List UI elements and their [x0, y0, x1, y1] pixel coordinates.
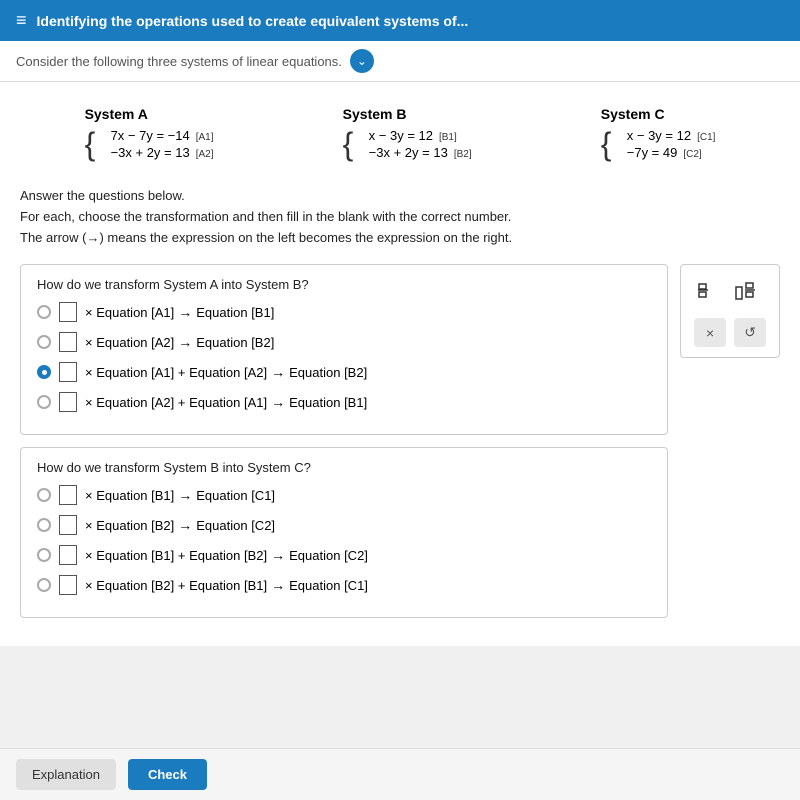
instructions: Answer the questions below. For each, ch…	[20, 186, 780, 248]
system-c-equations: { x − 3y = 12 [C1] −7y = 49 [C2]	[601, 128, 716, 162]
arrow-right-icon4: →	[271, 394, 285, 410]
questions-and-tools: How do we transform System A into System…	[20, 264, 780, 630]
q1-option2-text: × Equation [A2] → Equation [B2]	[85, 334, 274, 350]
instructions-line3: The arrow (→) means the expression on th…	[20, 228, 780, 249]
explanation-button[interactable]: Explanation	[16, 759, 116, 790]
q2-arrow3: →	[271, 547, 285, 563]
arrow-right-icon: →	[178, 304, 192, 320]
header-title: Identifying the operations used to creat…	[37, 13, 469, 29]
systems-container: System A { 7x − 7y = −14 [A1] −3x + 2y =…	[20, 98, 780, 170]
instructions-line1: Answer the questions below.	[20, 186, 780, 207]
q2-arrow2: →	[178, 517, 192, 533]
system-a-equations: { 7x − 7y = −14 [A1] −3x + 2y = 13 [A2]	[85, 128, 214, 162]
question2-card: How do we transform System B into System…	[20, 447, 668, 618]
q2-option3[interactable]: × Equation [B1] + Equation [B2] → Equati…	[37, 545, 651, 565]
q1-radio4[interactable]	[37, 395, 51, 409]
q2-input4[interactable]	[59, 575, 77, 595]
system-a-title: System A	[85, 106, 148, 122]
system-b-equations: { x − 3y = 12 [B1] −3x + 2y = 13 [B2]	[343, 128, 472, 162]
undo-button[interactable]: ↺	[734, 318, 766, 347]
q1-input4[interactable]	[59, 392, 77, 412]
q2-option1[interactable]: × Equation [B1] → Equation [C1]	[37, 485, 651, 505]
q1-input2[interactable]	[59, 332, 77, 352]
q2-input3[interactable]	[59, 545, 77, 565]
system-c-eq1: x − 3y = 12 [C1]	[627, 128, 716, 143]
question1-prompt: How do we transform System A into System…	[37, 277, 651, 292]
system-b-eq1: x − 3y = 12 [B1]	[369, 128, 472, 143]
fraction-icon	[696, 279, 718, 301]
q1-radio3[interactable]	[37, 365, 51, 379]
brace-c: {	[601, 128, 612, 162]
menu-icon[interactable]: ≡	[16, 10, 27, 31]
q2-radio4[interactable]	[37, 578, 51, 592]
question2-prompt: How do we transform System B into System…	[37, 460, 651, 475]
q2-input2[interactable]	[59, 515, 77, 535]
sub-header: Consider the following three systems of …	[0, 41, 800, 82]
q1-option1-text: × Equation [A1] → Equation [B1]	[85, 304, 274, 320]
q1-option1[interactable]: × Equation [A1] → Equation [B1]	[37, 302, 651, 322]
q2-option2[interactable]: × Equation [B2] → Equation [C2]	[37, 515, 651, 535]
tools-panel: × ↺	[680, 264, 780, 358]
question1-card: How do we transform System A into System…	[20, 264, 668, 435]
q1-input3[interactable]	[59, 362, 77, 382]
arrow-right-icon2: →	[178, 334, 192, 350]
system-a: System A { 7x − 7y = −14 [A1] −3x + 2y =…	[85, 106, 214, 162]
footer: Explanation Check	[0, 748, 800, 800]
q1-input1[interactable]	[59, 302, 77, 322]
system-c-title: System C	[601, 106, 665, 122]
q2-input1[interactable]	[59, 485, 77, 505]
tools-second-row: × ↺	[694, 318, 766, 347]
q2-arrow4: →	[271, 577, 285, 593]
arrow-icon: →	[86, 230, 99, 245]
brace-a: {	[85, 128, 96, 162]
header: ≡ Identifying the operations used to cre…	[0, 0, 800, 41]
system-c: System C { x − 3y = 12 [C1] −7y = 49 [C2…	[601, 106, 716, 162]
arrow-right-icon3: →	[271, 364, 285, 380]
brace-b: {	[343, 128, 354, 162]
tools-top-row	[692, 275, 768, 308]
chevron-down-icon[interactable]: ⌄	[350, 49, 374, 73]
main-content: System A { 7x − 7y = −14 [A1] −3x + 2y =…	[0, 82, 800, 646]
q2-radio3[interactable]	[37, 548, 51, 562]
q2-radio1[interactable]	[37, 488, 51, 502]
q1-option4[interactable]: × Equation [A2] + Equation [A1] → Equati…	[37, 392, 651, 412]
q1-option3-text: × Equation [A1] + Equation [A2] → Equati…	[85, 364, 367, 380]
system-c-eq2: −7y = 49 [C2]	[627, 145, 716, 160]
system-b-eq2: −3x + 2y = 13 [B2]	[369, 145, 472, 160]
q2-option1-text: × Equation [B1] → Equation [C1]	[85, 487, 275, 503]
system-a-eq1: 7x − 7y = −14 [A1]	[111, 128, 214, 143]
system-a-eq2: −3x + 2y = 13 [A2]	[111, 145, 214, 160]
q2-arrow1: →	[178, 487, 192, 503]
clear-button[interactable]: ×	[694, 318, 726, 347]
q2-radio2[interactable]	[37, 518, 51, 532]
q1-option3[interactable]: × Equation [A1] + Equation [A2] → Equati…	[37, 362, 651, 382]
sub-header-text: Consider the following three systems of …	[16, 54, 342, 69]
q2-option4-text: × Equation [B2] + Equation [B1] → Equati…	[85, 577, 368, 593]
q2-option3-text: × Equation [B1] + Equation [B2] → Equati…	[85, 547, 368, 563]
mixed-fraction-icon	[734, 279, 764, 301]
mixed-fraction-button[interactable]	[730, 275, 768, 308]
system-b: System B { x − 3y = 12 [B1] −3x + 2y = 1…	[343, 106, 472, 162]
q2-option2-text: × Equation [B2] → Equation [C2]	[85, 517, 275, 533]
check-button[interactable]: Check	[128, 759, 207, 790]
q2-option4[interactable]: × Equation [B2] + Equation [B1] → Equati…	[37, 575, 651, 595]
questions-column: How do we transform System A into System…	[20, 264, 668, 630]
fraction-button[interactable]	[692, 275, 722, 308]
q1-radio2[interactable]	[37, 335, 51, 349]
q1-option2[interactable]: × Equation [A2] → Equation [B2]	[37, 332, 651, 352]
q1-radio1[interactable]	[37, 305, 51, 319]
instructions-line2: For each, choose the transformation and …	[20, 207, 780, 228]
q1-option4-text: × Equation [A2] + Equation [A1] → Equati…	[85, 394, 367, 410]
tools-column: × ↺	[680, 264, 780, 630]
system-b-title: System B	[343, 106, 407, 122]
